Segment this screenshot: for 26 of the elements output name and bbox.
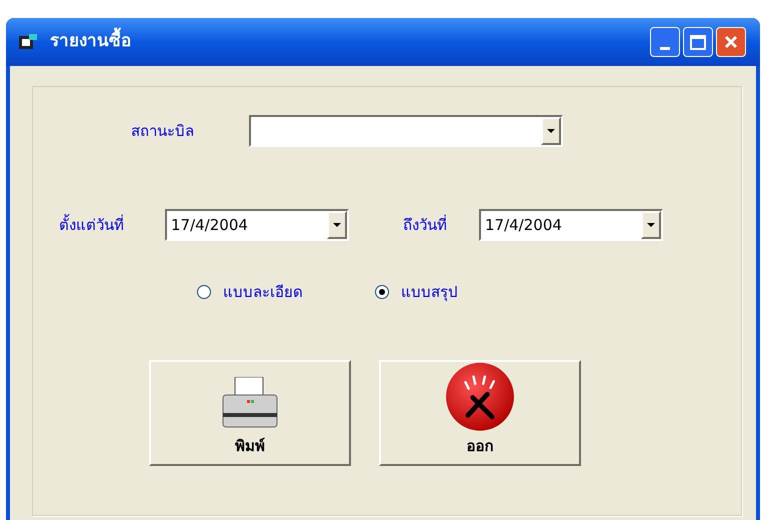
caret-icon xyxy=(647,223,655,227)
app-icon xyxy=(18,33,38,51)
maximize-button[interactable] xyxy=(683,27,713,57)
field-label: ตั้งแต่วันที่ xyxy=(59,214,125,236)
radio-button[interactable] xyxy=(197,285,211,300)
dropdown-button[interactable] xyxy=(541,117,561,145)
radio-label: แบบละเอียด xyxy=(223,282,303,303)
print-button[interactable]: พิมพ์ xyxy=(149,360,351,466)
window-title: รายงานซื้อ xyxy=(50,29,131,55)
dropdown-button[interactable] xyxy=(641,211,661,239)
date-picker[interactable]: 17/4/2004 xyxy=(165,209,349,241)
close-icon xyxy=(724,35,738,49)
caret-icon xyxy=(547,129,555,133)
field-value: 17/4/2004 xyxy=(484,214,563,236)
field-value: 17/4/2004 xyxy=(170,214,249,236)
minimize-button[interactable] xyxy=(650,27,680,57)
dropdown-button[interactable] xyxy=(327,211,347,239)
radio-label: แบบสรุป xyxy=(401,282,458,304)
caret-icon xyxy=(333,223,341,227)
date-picker[interactable]: 17/4/2004 xyxy=(479,209,663,241)
radio-button[interactable] xyxy=(375,285,389,300)
field-label: ถึงวันที่ xyxy=(403,214,448,236)
close-button[interactable] xyxy=(716,27,746,57)
exit-button[interactable]: ออก xyxy=(379,360,581,466)
bill-status-dropdown[interactable] xyxy=(249,115,563,147)
field-label: สถานะบิล xyxy=(131,120,195,142)
